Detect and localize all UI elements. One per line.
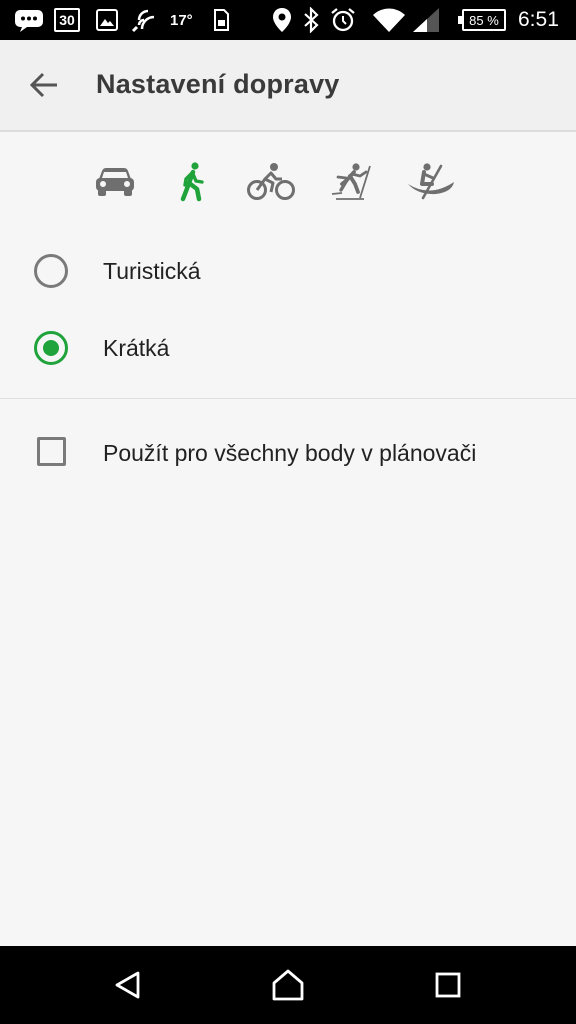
mode-ski[interactable] [324,156,378,208]
bicycle-icon [247,163,295,200]
canoe-icon [408,163,454,200]
mode-car[interactable] [88,156,142,208]
page-title: Nastavení dopravy [96,69,340,99]
radio-button[interactable] [34,254,68,288]
radio-button-checked[interactable] [34,331,68,365]
clock-text: 6:51 [518,8,559,31]
wifi-icon [372,0,406,40]
radio-label: Krátká [103,335,170,361]
nfc-icon [130,0,158,40]
calendar-day: 30 [59,12,75,28]
temperature-text: 17° [170,11,193,29]
status-bar: 30 17° 85 % 6:51 [0,0,576,40]
apply-all-label: Použít pro všechny body v plánovači [103,440,477,466]
apply-all-option[interactable]: Použít pro všechny body v plánovači [0,418,576,488]
recents-icon [435,972,461,998]
signal-icon [412,0,440,40]
radio-dot [43,340,59,356]
home-icon [272,969,304,1001]
arrow-back-icon [29,72,57,98]
divider [0,398,576,399]
navigation-bar [0,946,576,1024]
sim-icon [212,0,230,40]
location-icon [272,0,292,40]
ski-icon [331,163,371,200]
battery-icon: 85 % [458,0,506,40]
nav-home-button[interactable] [258,960,318,1010]
alarm-icon [330,0,356,40]
app-toolbar: Nastavení dopravy [0,40,576,132]
back-triangle-icon [115,971,140,999]
transport-mode-selector [0,150,576,214]
mode-canoe[interactable] [404,156,458,208]
walk-icon [180,162,204,202]
battery-text: 85 % [469,12,499,28]
calendar-icon: 30 [54,0,80,40]
mode-bicycle[interactable] [244,156,298,208]
back-button[interactable] [18,61,70,109]
radio-option-turisticka[interactable]: Turistická [0,236,576,306]
car-icon [96,168,134,196]
apply-all-checkbox[interactable] [37,437,66,466]
radio-label: Turistická [103,258,201,284]
mode-walk[interactable] [166,156,220,208]
nav-back-button[interactable] [98,960,158,1010]
image-icon [96,0,118,40]
message-icon [14,0,44,40]
bluetooth-icon [302,0,320,40]
nav-recents-button[interactable] [418,960,478,1010]
radio-option-kratka[interactable]: Krátká [0,313,576,383]
